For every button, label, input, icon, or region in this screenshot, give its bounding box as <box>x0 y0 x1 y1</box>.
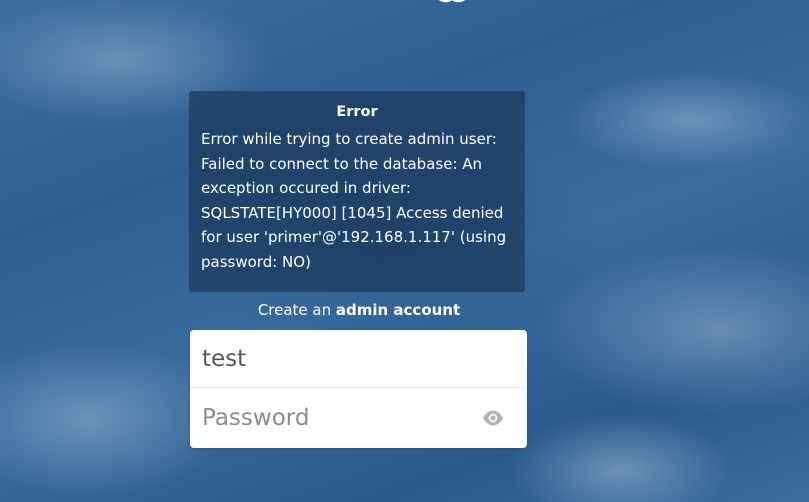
password-field-row <box>190 389 527 447</box>
logo-icon <box>438 0 466 3</box>
page-subtitle: Create an admin account <box>189 299 529 321</box>
username-input[interactable] <box>202 340 472 378</box>
password-input[interactable] <box>202 399 472 437</box>
subtitle-emphasis: admin account <box>335 301 461 319</box>
admin-account-form <box>190 330 527 448</box>
username-field-row <box>190 330 527 388</box>
subtitle-prefix: Create an <box>257 301 336 319</box>
error-text: Error while trying to create admin user:… <box>201 130 507 271</box>
eye-icon[interactable] <box>482 409 504 427</box>
error-title: Error <box>336 104 378 120</box>
error-message-box: Error Error while trying to create admin… <box>189 91 525 292</box>
